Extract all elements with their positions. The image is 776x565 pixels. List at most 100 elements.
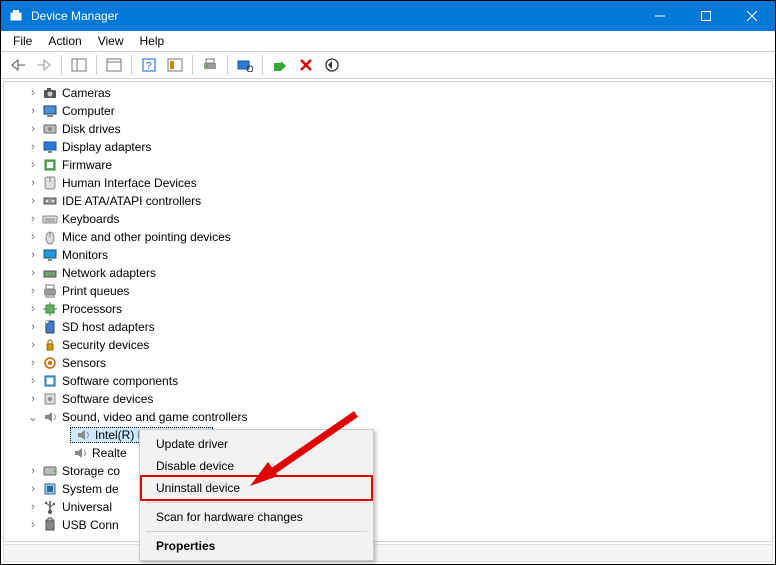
speaker-icon [42, 409, 58, 425]
tree-category[interactable]: Monitors [6, 246, 770, 264]
tree-node-label: Sound, video and game controllers [62, 410, 247, 424]
expander-icon[interactable] [26, 249, 40, 261]
network-icon [42, 265, 58, 281]
firmware-icon [42, 157, 58, 173]
expander-icon[interactable] [26, 339, 40, 351]
back-button[interactable] [6, 54, 30, 76]
action-center-button[interactable] [163, 54, 187, 76]
toolbar-separator [192, 55, 193, 75]
scan-hardware-button[interactable] [233, 54, 257, 76]
tree-category[interactable]: Network adapters [6, 264, 770, 282]
maximize-button[interactable] [683, 1, 729, 31]
toolbar-separator [131, 55, 132, 75]
context-update-driver[interactable]: Update driver [142, 433, 371, 455]
close-button[interactable] [729, 1, 775, 31]
context-separator [146, 531, 367, 532]
uninstall-device-button[interactable] [294, 54, 318, 76]
context-properties[interactable]: Properties [142, 535, 371, 557]
tree-device[interactable]: Intel(R) Display Audio [6, 426, 770, 444]
printer-icon [42, 283, 58, 299]
tree-category[interactable]: USB Conn [6, 516, 770, 534]
expander-icon[interactable] [26, 87, 40, 99]
expander-icon[interactable] [26, 195, 40, 207]
swcomp-icon [42, 373, 58, 389]
tree-category[interactable]: Sensors [6, 354, 770, 372]
menu-action[interactable]: Action [40, 32, 89, 50]
expander-icon[interactable] [26, 303, 40, 315]
tree-node-label: Print queues [62, 284, 129, 298]
toolbar-separator [61, 55, 62, 75]
tree-node-label: USB Conn [62, 518, 119, 532]
menu-file[interactable]: File [5, 32, 40, 50]
keyboard-icon [42, 211, 58, 227]
expander-icon[interactable] [26, 465, 40, 477]
context-menu: Update driver Disable device Uninstall d… [139, 429, 374, 561]
tree-category[interactable]: Keyboards [6, 210, 770, 228]
forward-button[interactable] [32, 54, 56, 76]
sensor-icon [42, 355, 58, 371]
tree-category-sound[interactable]: Sound, video and game controllers [6, 408, 770, 426]
tree-node-label: Mice and other pointing devices [62, 230, 231, 244]
tree-category[interactable]: SD host adapters [6, 318, 770, 336]
tree-category[interactable]: Security devices [6, 336, 770, 354]
tree-category[interactable]: Print queues [6, 282, 770, 300]
tree-node-label: Universal [62, 500, 112, 514]
tree-node-label: Realte [92, 446, 127, 460]
context-scan-hardware[interactable]: Scan for hardware changes [142, 506, 371, 528]
tree-category[interactable]: Storage co [6, 462, 770, 480]
tree-node-label: Display adapters [62, 140, 151, 154]
tree-category[interactable]: Disk drives [6, 120, 770, 138]
menu-help[interactable]: Help [132, 32, 173, 50]
tree-node-label: System de [62, 482, 119, 496]
tree-node-label: Security devices [62, 338, 149, 352]
disk-icon [42, 121, 58, 137]
expander-icon[interactable] [26, 501, 40, 513]
tree-category[interactable]: Software components [6, 372, 770, 390]
show-hide-console-tree-button[interactable] [67, 54, 91, 76]
enable-device-button[interactable] [268, 54, 292, 76]
expander-icon[interactable] [26, 357, 40, 369]
tree-category[interactable]: Mice and other pointing devices [6, 228, 770, 246]
tree-node-label: Computer [62, 104, 115, 118]
expander-icon[interactable] [26, 123, 40, 135]
expander-icon[interactable] [26, 105, 40, 117]
expander-icon[interactable] [26, 393, 40, 405]
expander-icon[interactable] [26, 267, 40, 279]
tree-node-label: SD host adapters [62, 320, 155, 334]
expander-icon[interactable] [26, 483, 40, 495]
tree-category[interactable]: Universal [6, 498, 770, 516]
tree-category[interactable]: IDE ATA/ATAPI controllers [6, 192, 770, 210]
properties-button[interactable] [102, 54, 126, 76]
print-button[interactable] [198, 54, 222, 76]
expander-icon[interactable] [26, 177, 40, 189]
tree-category[interactable]: Human Interface Devices [6, 174, 770, 192]
tree-category[interactable]: Processors [6, 300, 770, 318]
tree-category[interactable]: Software devices [6, 390, 770, 408]
context-uninstall-device[interactable]: Uninstall device [142, 477, 371, 499]
help-button[interactable]: ? [137, 54, 161, 76]
expander-icon[interactable] [26, 519, 40, 531]
tree-device[interactable]: Realte [6, 444, 770, 462]
device-tree-pane[interactable]: Cameras Computer Disk drives Display adapte… [3, 81, 773, 542]
expander-icon[interactable] [26, 141, 40, 153]
minimize-button[interactable] [637, 1, 683, 31]
context-disable-device[interactable]: Disable device [142, 455, 371, 477]
tree-category[interactable]: System de [6, 480, 770, 498]
expander-icon[interactable] [26, 321, 40, 333]
menu-view[interactable]: View [90, 32, 132, 50]
expander-icon[interactable] [26, 213, 40, 225]
expander-icon[interactable] [26, 159, 40, 171]
tree-category[interactable]: Display adapters [6, 138, 770, 156]
tree-category[interactable]: Firmware [6, 156, 770, 174]
tree-category[interactable]: Computer [6, 102, 770, 120]
window-controls [637, 1, 775, 31]
expander-icon[interactable] [26, 411, 40, 424]
expander-icon[interactable] [26, 375, 40, 387]
toolbar-separator [96, 55, 97, 75]
context-separator [146, 502, 367, 503]
expander-icon[interactable] [26, 285, 40, 297]
cpu-icon [42, 301, 58, 317]
update-driver-button[interactable] [320, 54, 344, 76]
tree-category[interactable]: Cameras [6, 84, 770, 102]
expander-icon[interactable] [26, 231, 40, 243]
